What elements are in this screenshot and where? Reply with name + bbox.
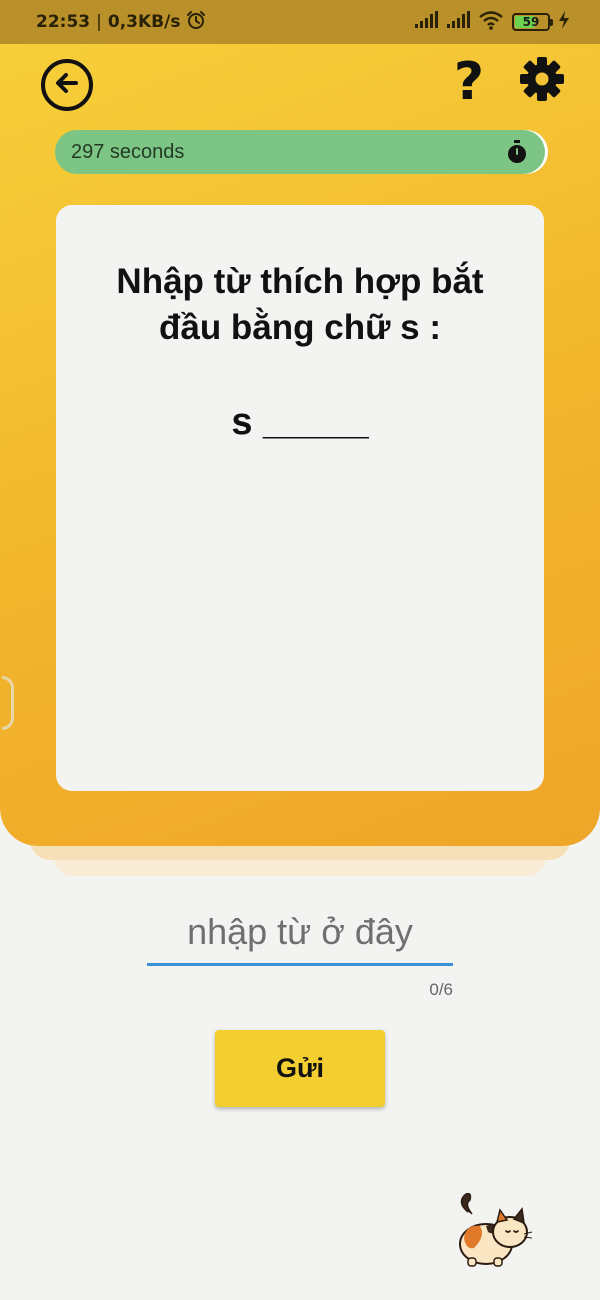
- status-separator: |: [96, 12, 102, 32]
- question-prompt: Nhập từ thích hợp bắt đầu bằng chữ s :: [116, 262, 484, 347]
- timer-bar: 297 seconds: [55, 130, 545, 174]
- submit-button[interactable]: Gửi: [215, 1030, 385, 1107]
- timer-text: 297 seconds: [71, 140, 185, 163]
- question-card: Nhập từ thích hợp bắt đầu bằng chữ s : s…: [56, 205, 544, 791]
- battery-icon: 59: [512, 13, 553, 31]
- wifi-icon: [478, 10, 504, 35]
- network-speed: 0,3KB/s: [107, 12, 181, 32]
- answer-input[interactable]: [147, 900, 453, 966]
- edge-drag-handle[interactable]: [2, 676, 14, 730]
- clock: 22:53: [36, 12, 91, 32]
- signal-icon: [414, 10, 438, 34]
- settings-button[interactable]: [517, 56, 567, 106]
- back-button[interactable]: [41, 59, 93, 111]
- signal-icon-2: [446, 10, 470, 34]
- charging-icon: [558, 10, 570, 34]
- battery-level: 59: [522, 15, 540, 29]
- help-button[interactable]: ?: [449, 52, 489, 112]
- calico-cat-icon: [450, 1192, 534, 1268]
- arrow-left-icon: [52, 68, 82, 103]
- status-bar-left: 22:53 | 0,3KB/s: [36, 10, 206, 35]
- status-bar-right: 59: [414, 10, 570, 35]
- stopwatch-icon: [505, 140, 529, 164]
- question-mark-icon: ?: [453, 52, 485, 112]
- status-bar: 22:53 | 0,3KB/s 59: [0, 0, 600, 44]
- gear-icon: [519, 56, 565, 107]
- character-counter: 0/6: [429, 980, 453, 999]
- alarm-icon: [186, 10, 206, 35]
- word-pattern: s _____: [231, 401, 369, 443]
